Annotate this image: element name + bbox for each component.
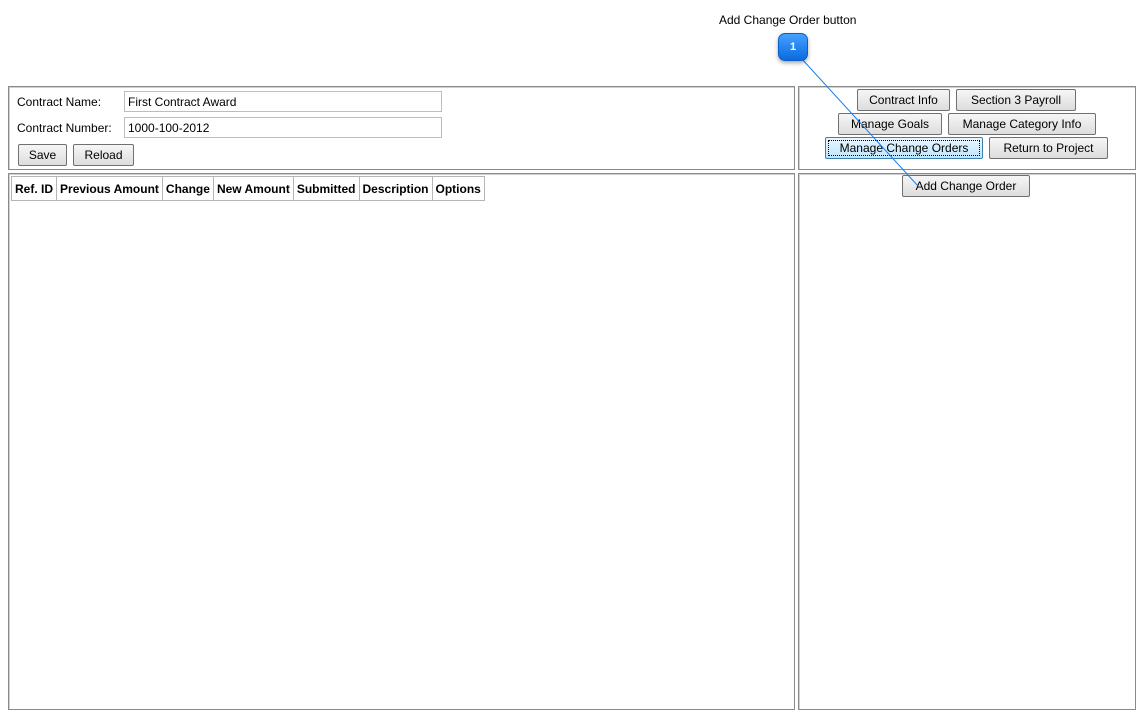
column-header-ref-id[interactable]: Ref. ID bbox=[10, 176, 58, 201]
callout-label: Add Change Order button bbox=[719, 13, 857, 27]
return-to-project-button[interactable]: Return to Project bbox=[989, 137, 1108, 159]
column-header-previous-amount[interactable]: Previous Amount bbox=[56, 176, 163, 201]
contract-info-button[interactable]: Contract Info bbox=[857, 89, 950, 111]
contract-navigation-panel: Contract Info Section 3 Payroll Manage G… bbox=[798, 86, 1136, 170]
column-header-new-amount[interactable]: New Amount bbox=[212, 176, 294, 201]
manage-goals-button[interactable]: Manage Goals bbox=[838, 113, 942, 135]
column-header-description[interactable]: Description bbox=[358, 176, 433, 201]
change-orders-table: Ref. ID Previous Amount Change New Amoun… bbox=[10, 176, 485, 201]
contract-name-label: Contract Name: bbox=[17, 95, 102, 109]
change-order-actions-panel: Add Change Order bbox=[798, 173, 1136, 710]
add-change-order-button[interactable]: Add Change Order bbox=[902, 175, 1030, 197]
reload-button[interactable]: Reload bbox=[73, 144, 134, 166]
callout-number-badge: 1 bbox=[778, 33, 808, 61]
manage-change-orders-button[interactable]: Manage Change Orders bbox=[825, 137, 983, 159]
contract-number-input[interactable] bbox=[124, 117, 442, 138]
column-header-change[interactable]: Change bbox=[161, 176, 214, 201]
column-header-submitted[interactable]: Submitted bbox=[292, 176, 360, 201]
save-button[interactable]: Save bbox=[18, 144, 67, 166]
contract-number-label: Contract Number: bbox=[17, 121, 112, 135]
contract-name-input[interactable] bbox=[124, 91, 442, 112]
section-3-payroll-button[interactable]: Section 3 Payroll bbox=[956, 89, 1076, 111]
table-header-row: Ref. ID Previous Amount Change New Amoun… bbox=[10, 176, 485, 201]
column-header-options[interactable]: Options bbox=[431, 176, 485, 201]
manage-category-info-button[interactable]: Manage Category Info bbox=[948, 113, 1096, 135]
contract-details-panel: Contract Name: Contract Number: Save Rel… bbox=[8, 86, 795, 170]
change-orders-list-panel: Ref. ID Previous Amount Change New Amoun… bbox=[8, 173, 795, 710]
